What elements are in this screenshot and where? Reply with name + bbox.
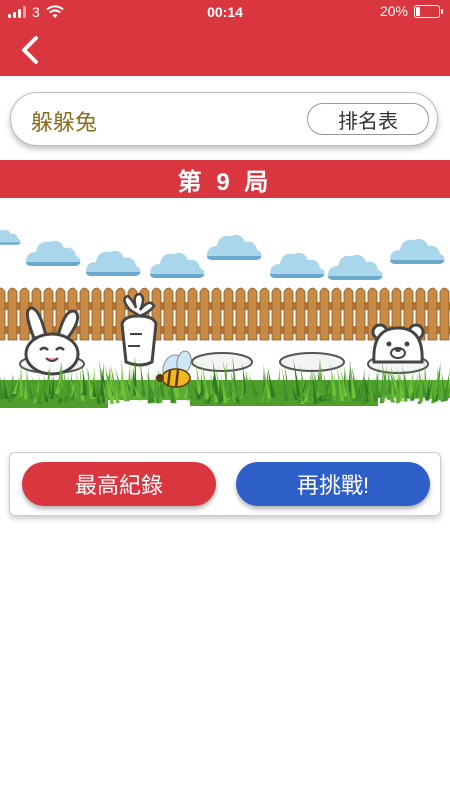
round-banner: 第 9 局	[0, 160, 450, 198]
status-bar: 3 00:14 20%	[0, 0, 450, 24]
scene-illustration	[0, 229, 450, 408]
nav-bar	[0, 24, 450, 76]
ranking-button[interactable]: 排名表	[307, 103, 429, 135]
carrot[interactable]	[120, 292, 158, 367]
bear[interactable]	[371, 323, 425, 364]
battery-percent: 20%	[379, 3, 408, 19]
clouds	[0, 229, 445, 280]
battery-icon	[414, 4, 443, 18]
holes	[19, 352, 429, 374]
game-scene[interactable]	[0, 198, 450, 410]
best-record-button[interactable]: 最高紀錄	[22, 462, 216, 506]
status-right: 20%	[379, 3, 443, 19]
action-card: 最高紀錄 再挑戰!	[9, 452, 441, 516]
game-title: 躲躲兔	[31, 110, 98, 135]
chevron-left-icon	[22, 36, 38, 64]
battery-level	[416, 6, 420, 16]
back-button[interactable]	[14, 32, 46, 68]
game-title-card: 躲躲兔 排名表	[10, 92, 438, 146]
bee[interactable]	[156, 350, 193, 388]
retry-button[interactable]: 再挑戰!	[236, 462, 430, 506]
